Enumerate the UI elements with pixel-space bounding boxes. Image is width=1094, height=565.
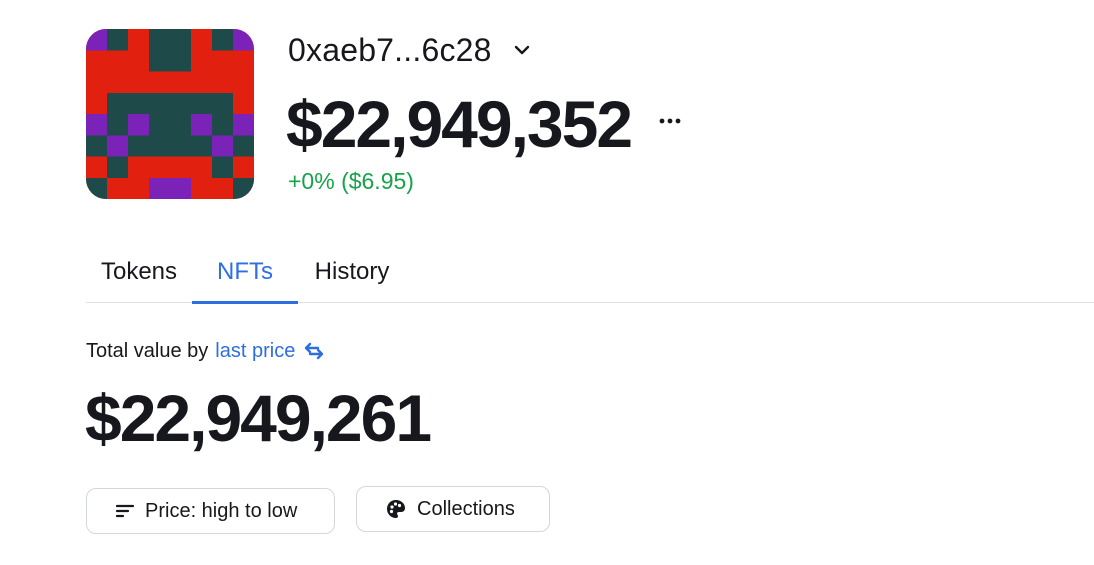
account-selector[interactable]: 0xaeb7...6c28 — [288, 30, 532, 70]
value-mode-label: last price — [215, 339, 296, 362]
collections-button[interactable]: Collections — [356, 486, 550, 532]
portfolio-tabs: Tokens NFTs History — [86, 242, 1094, 304]
tab-tokens[interactable]: Tokens — [86, 242, 192, 302]
avatar-pixel-art — [86, 29, 254, 199]
swap-arrows-icon — [303, 342, 325, 360]
account-name: 0xaeb7...6c28 — [288, 31, 492, 68]
tab-history[interactable]: History — [298, 242, 406, 302]
balance-row: $22,949,352 — [286, 84, 683, 164]
value-mode-toggle[interactable]: last price — [215, 340, 325, 363]
balance-change: +0% ($6.95) — [288, 168, 414, 194]
sort-button[interactable]: Price: high to low — [86, 488, 335, 534]
tab-nfts[interactable]: NFTs — [192, 242, 298, 304]
chevron-down-icon[interactable] — [512, 40, 532, 60]
account-avatar — [86, 29, 254, 199]
nft-total-value: $22,949,261 — [85, 381, 432, 455]
palette-icon — [385, 498, 407, 520]
total-value-label: Total value by — [86, 339, 209, 362]
collections-button-label: Collections — [417, 497, 515, 520]
total-value-label-row: Total value by last price — [86, 337, 325, 365]
portfolio-balance: $22,949,352 — [286, 87, 633, 161]
ellipsis-icon[interactable] — [657, 108, 683, 134]
sort-button-label: Price: high to low — [145, 499, 298, 522]
sort-lines-icon — [115, 503, 135, 519]
